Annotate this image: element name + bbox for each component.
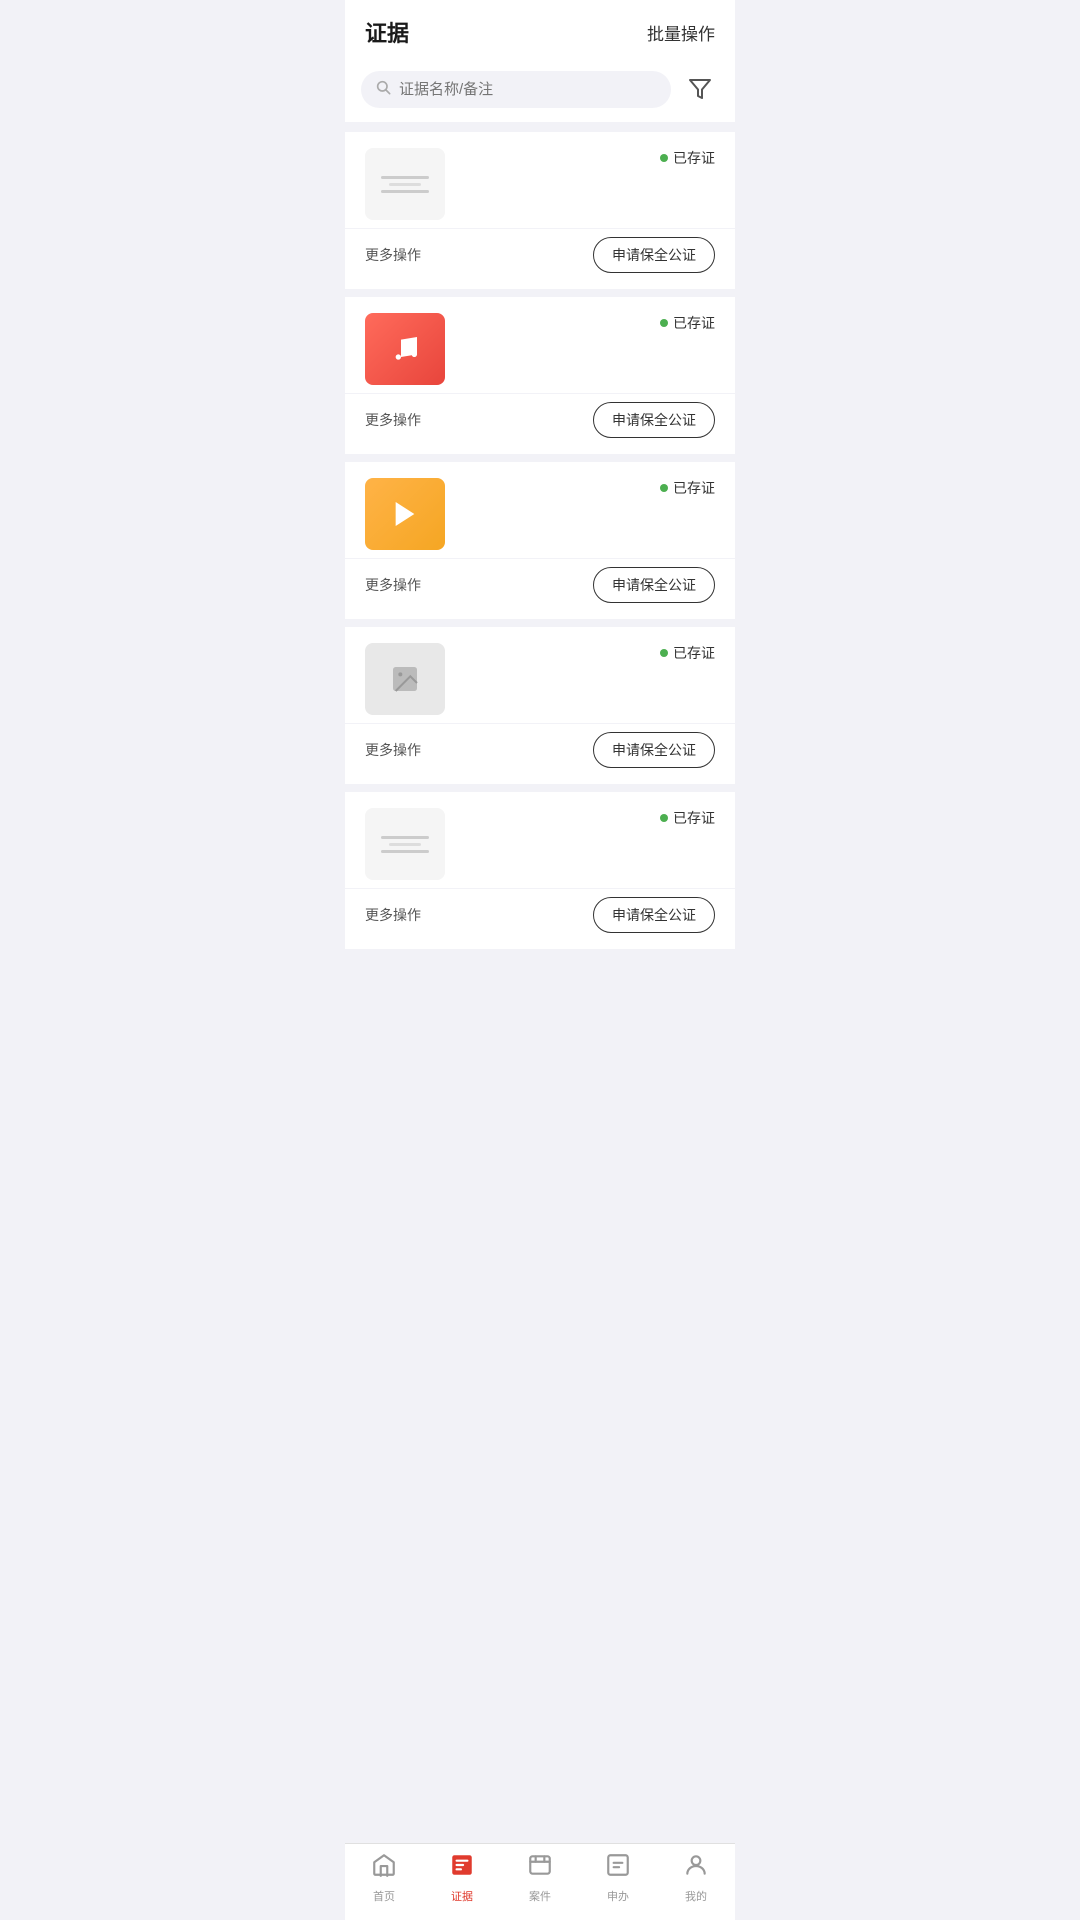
more-actions-link[interactable]: 更多操作: [365, 575, 421, 595]
status-dot-icon: [660, 154, 668, 162]
nav-item-home[interactable]: 首页: [345, 1852, 423, 1904]
card-top: 已存证: [345, 132, 735, 228]
nav-item-cases[interactable]: 案件: [501, 1852, 579, 1904]
search-icon: [375, 79, 391, 100]
card-top: 已存证: [345, 792, 735, 888]
notarize-button[interactable]: 申请保全公证: [593, 897, 715, 933]
notarize-button[interactable]: 申请保全公证: [593, 567, 715, 603]
notarize-button[interactable]: 申请保全公证: [593, 237, 715, 273]
evidence-card: 已存证 更多操作 申请保全公证: [345, 627, 735, 784]
nav-item-apply[interactable]: 申办: [579, 1852, 657, 1904]
status-badge: 已存证: [660, 643, 715, 663]
evidence-thumbnail: [365, 313, 445, 385]
evidence-list: 已存证 更多操作 申请保全公证 已存证 更多操作 申请保全公证: [345, 122, 735, 1037]
card-top: 已存证: [345, 297, 735, 393]
sketch-decoration: [389, 183, 421, 186]
home-icon: [371, 1852, 397, 1885]
nav-item-mine[interactable]: 我的: [657, 1852, 735, 1904]
search-input-wrap[interactable]: [361, 71, 671, 108]
apply-icon: [605, 1852, 631, 1885]
evidence-thumbnail: [365, 808, 445, 880]
card-bottom: 更多操作 申请保全公证: [345, 888, 735, 949]
card-top: 已存证: [345, 627, 735, 723]
search-bar: [345, 60, 735, 122]
more-actions-link[interactable]: 更多操作: [365, 740, 421, 760]
more-actions-link[interactable]: 更多操作: [365, 410, 421, 430]
status-dot-icon: [660, 319, 668, 327]
status-dot-icon: [660, 484, 668, 492]
card-bottom: 更多操作 申请保全公证: [345, 558, 735, 619]
sketch-decoration: [381, 850, 429, 853]
evidence-icon: [449, 1852, 475, 1885]
nav-label-home: 首页: [373, 1888, 395, 1904]
card-top: 已存证: [345, 462, 735, 558]
evidence-card: 已存证 更多操作 申请保全公证: [345, 462, 735, 619]
notarize-button[interactable]: 申请保全公证: [593, 732, 715, 768]
filter-button[interactable]: [681, 70, 719, 108]
status-dot-icon: [660, 649, 668, 657]
status-badge: 已存证: [660, 148, 715, 168]
nav-label-cases: 案件: [529, 1888, 551, 1904]
nav-label-evidence: 证据: [451, 1888, 473, 1904]
evidence-card: 已存证 更多操作 申请保全公证: [345, 297, 735, 454]
status-badge: 已存证: [660, 808, 715, 828]
more-actions-link[interactable]: 更多操作: [365, 245, 421, 265]
nav-label-apply: 申办: [607, 1888, 629, 1904]
evidence-thumbnail: [365, 643, 445, 715]
search-input[interactable]: [399, 81, 657, 98]
sketch-decoration: [389, 843, 421, 846]
evidence-thumbnail: [365, 148, 445, 220]
more-actions-link[interactable]: 更多操作: [365, 905, 421, 925]
evidence-card: 已存证 更多操作 申请保全公证: [345, 792, 735, 949]
card-bottom: 更多操作 申请保全公证: [345, 723, 735, 784]
sketch-decoration: [381, 176, 429, 179]
header: 证据 批量操作: [345, 0, 735, 60]
evidence-thumbnail: [365, 478, 445, 550]
cases-icon: [527, 1852, 553, 1885]
nav-item-evidence[interactable]: 证据: [423, 1852, 501, 1904]
notarize-button[interactable]: 申请保全公证: [593, 402, 715, 438]
page-title: 证据: [365, 16, 409, 48]
card-bottom: 更多操作 申请保全公证: [345, 228, 735, 289]
status-dot-icon: [660, 814, 668, 822]
sketch-decoration: [381, 836, 429, 839]
mine-icon: [683, 1852, 709, 1885]
status-badge: 已存证: [660, 313, 715, 333]
evidence-card: 已存证 更多操作 申请保全公证: [345, 132, 735, 289]
card-bottom: 更多操作 申请保全公证: [345, 393, 735, 454]
bottom-nav: 首页 证据 案件: [345, 1843, 735, 1920]
status-badge: 已存证: [660, 478, 715, 498]
batch-action-button[interactable]: 批量操作: [647, 20, 715, 45]
nav-label-mine: 我的: [685, 1888, 707, 1904]
sketch-decoration: [381, 190, 429, 193]
